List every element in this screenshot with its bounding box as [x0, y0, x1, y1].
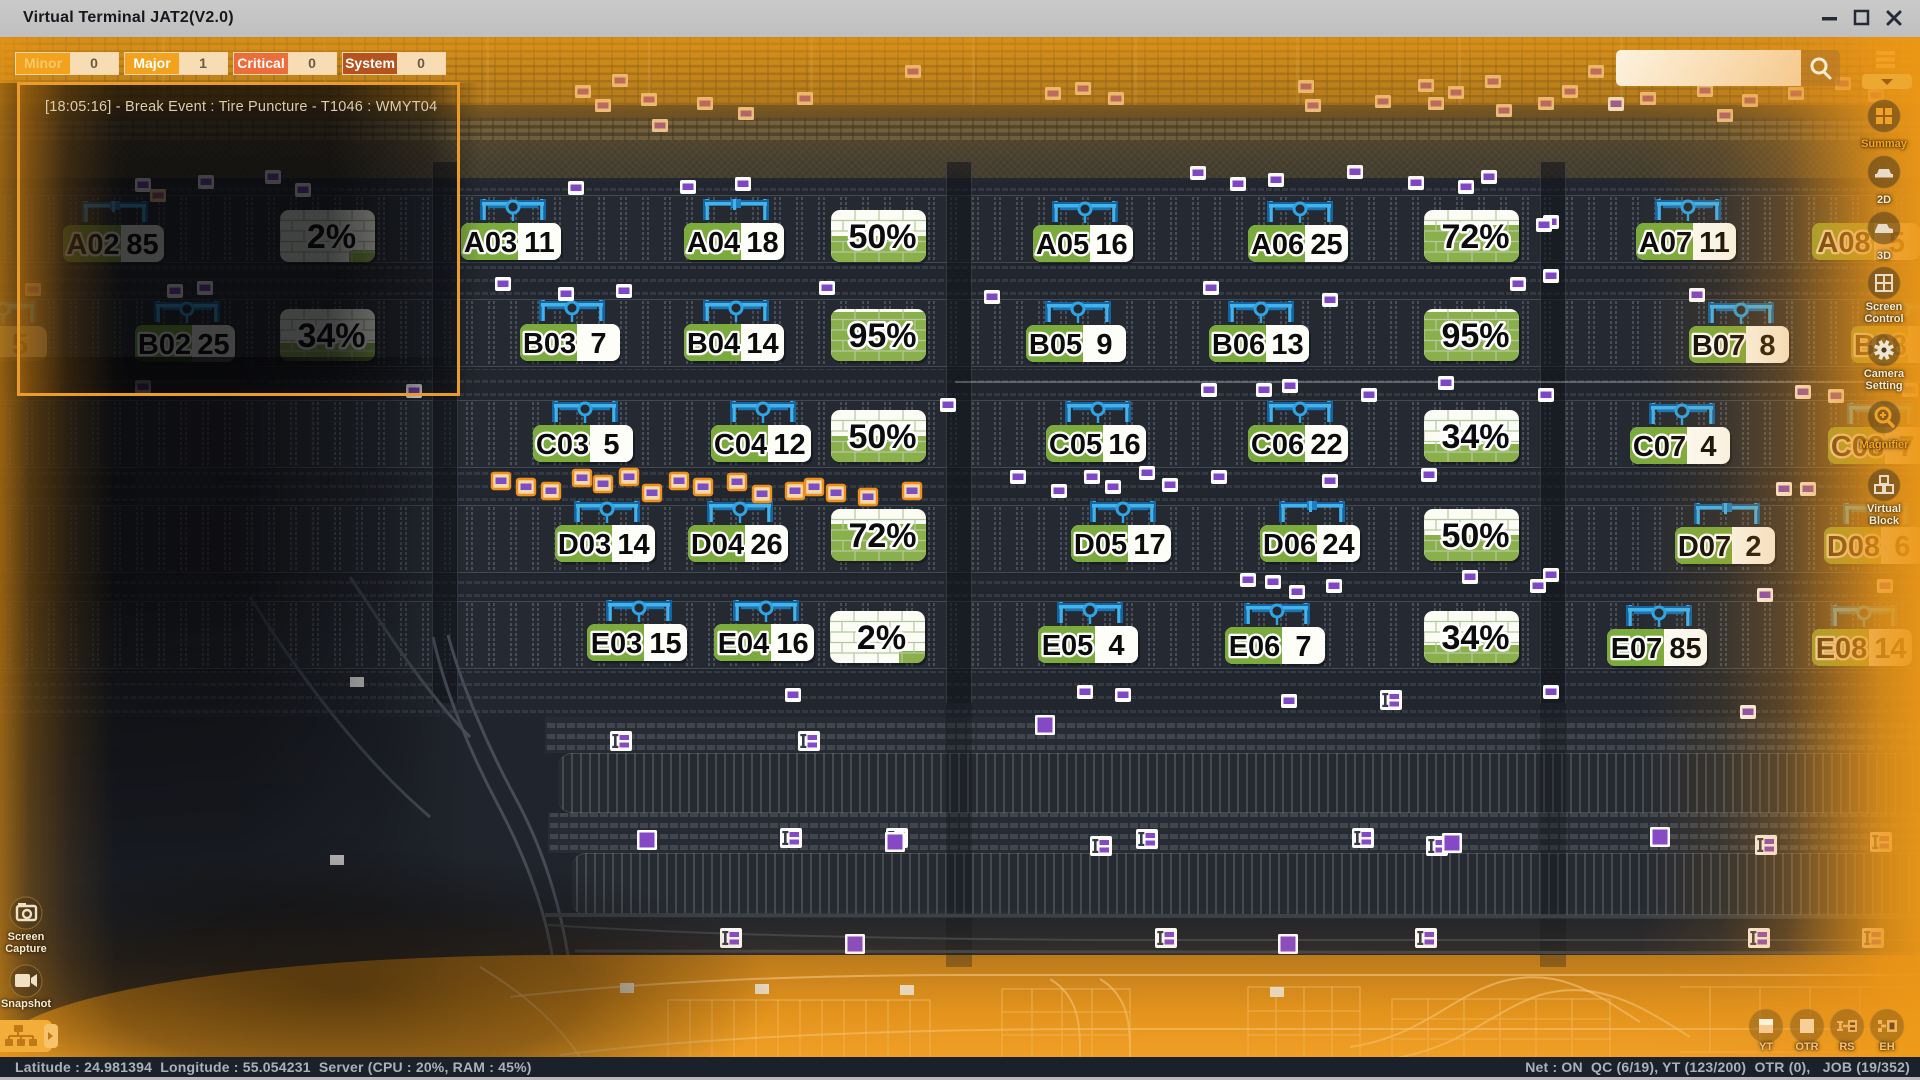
svg-text:E08: E08 — [1816, 633, 1868, 665]
svg-text:95%: 95% — [848, 317, 916, 355]
svg-text:A08: A08 — [1817, 227, 1870, 259]
svg-text:7: 7 — [1295, 631, 1311, 663]
svg-text:C05: C05 — [1049, 429, 1102, 461]
svg-text:D06: D06 — [1263, 529, 1316, 561]
svg-text:16: 16 — [1095, 229, 1127, 261]
svg-text:D08: D08 — [1827, 531, 1880, 563]
svg-text:D04: D04 — [691, 529, 744, 561]
svg-text:C07: C07 — [1633, 431, 1686, 463]
svg-text:8: 8 — [1759, 330, 1775, 362]
svg-text:12: 12 — [773, 429, 805, 461]
svg-text:72%: 72% — [1441, 218, 1509, 256]
svg-text:34%: 34% — [1441, 619, 1509, 657]
svg-text:B07: B07 — [1692, 330, 1745, 362]
svg-text:E04: E04 — [718, 628, 770, 660]
svg-text:72%: 72% — [848, 517, 916, 555]
svg-text:13: 13 — [1271, 329, 1303, 361]
svg-text:A06: A06 — [1251, 229, 1304, 261]
svg-text:85: 85 — [1669, 633, 1701, 665]
svg-text:4: 4 — [1108, 630, 1124, 662]
svg-text:18: 18 — [746, 227, 778, 259]
svg-text:A03: A03 — [464, 227, 517, 259]
svg-text:E03: E03 — [591, 628, 643, 660]
svg-text:B03: B03 — [523, 328, 576, 360]
svg-text:50%: 50% — [1441, 517, 1509, 555]
svg-text:16: 16 — [1108, 429, 1140, 461]
svg-text:E05: E05 — [1042, 630, 1094, 662]
svg-text:4: 4 — [1700, 431, 1716, 463]
svg-text:5: 5 — [603, 429, 619, 461]
svg-text:7: 7 — [590, 328, 606, 360]
svg-text:B08: B08 — [1854, 330, 1907, 362]
svg-text:A05: A05 — [1036, 229, 1089, 261]
svg-text:2: 2 — [1745, 531, 1761, 563]
svg-text:B04: B04 — [687, 328, 740, 360]
svg-text:17: 17 — [1133, 529, 1165, 561]
svg-text:11: 11 — [524, 227, 555, 259]
svg-text:B06: B06 — [1212, 329, 1265, 361]
svg-text:C06: C06 — [1251, 429, 1304, 461]
svg-text:B05: B05 — [1029, 329, 1082, 361]
svg-text:24: 24 — [1322, 529, 1354, 561]
svg-text:22: 22 — [1310, 429, 1342, 461]
svg-text:C04: C04 — [714, 429, 767, 461]
svg-text:E07: E07 — [1611, 633, 1663, 665]
svg-text:34%: 34% — [1441, 418, 1509, 456]
svg-text:6: 6 — [1894, 531, 1910, 563]
svg-text:50%: 50% — [848, 218, 916, 256]
svg-text:D03: D03 — [558, 529, 611, 561]
svg-text:C03: C03 — [536, 429, 589, 461]
svg-text:A07: A07 — [1639, 227, 1692, 259]
svg-text:11: 11 — [1699, 227, 1730, 259]
svg-text:E06: E06 — [1229, 631, 1281, 663]
svg-text:D05: D05 — [1074, 529, 1127, 561]
svg-text:D07: D07 — [1678, 531, 1731, 563]
svg-text:95%: 95% — [1441, 317, 1509, 355]
svg-text:16: 16 — [776, 628, 808, 660]
svg-text:A04: A04 — [687, 227, 740, 259]
svg-text:14: 14 — [746, 328, 778, 360]
svg-text:25: 25 — [1310, 229, 1342, 261]
svg-text:14: 14 — [1874, 633, 1906, 665]
svg-text:50%: 50% — [848, 418, 916, 456]
svg-text:26: 26 — [750, 529, 782, 561]
svg-text:2%: 2% — [857, 619, 906, 657]
svg-text:15: 15 — [649, 628, 681, 660]
svg-text:9: 9 — [1096, 329, 1112, 361]
svg-text:14: 14 — [617, 529, 649, 561]
